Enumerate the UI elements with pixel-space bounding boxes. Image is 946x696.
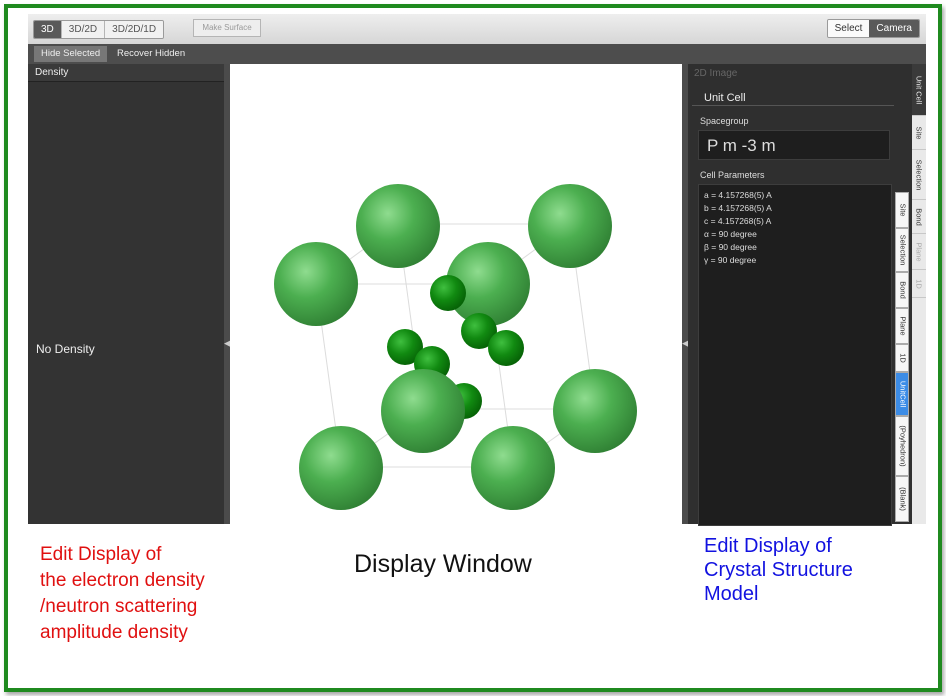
- atom-small[interactable]: [488, 330, 524, 366]
- cell-param-b: b = 4.157268(5) A: [704, 203, 772, 213]
- spacegroup-field[interactable]: P m -3 m: [698, 130, 890, 160]
- cell-param-c: c = 4.157268(5) A: [704, 216, 772, 226]
- cell-param-beta: β = 90 degree: [704, 242, 757, 252]
- density-annotation: Edit Display of the electron density /ne…: [40, 544, 205, 643]
- display-window-canvas[interactable]: [230, 64, 682, 524]
- cell-param-a: a = 4.157268(5) A: [704, 190, 772, 200]
- outer-tab-site[interactable]: Site: [912, 116, 926, 150]
- outer-tab-selection[interactable]: Selection: [912, 150, 926, 200]
- tab-blank[interactable]: (Blank): [895, 476, 909, 522]
- image-label: 2D Image: [694, 68, 738, 79]
- hide-selected-button[interactable]: Hide Selected: [34, 46, 108, 62]
- tab-site[interactable]: Site: [895, 192, 909, 228]
- unit-cell-panel: 2D Image Unit Cell Spacegroup P m -3 m C…: [688, 64, 914, 526]
- outer-tab-unit-cell[interactable]: Unit Cell: [912, 64, 926, 116]
- tab-unitcell[interactable]: UnitCell: [895, 372, 909, 416]
- cell-param-gamma: γ = 90 degree: [704, 255, 757, 265]
- tab-plane[interactable]: Plane: [895, 308, 909, 344]
- cell-param-alpha: α = 90 degree: [704, 229, 757, 239]
- make-surface-button[interactable]: Make Surface: [193, 19, 261, 37]
- atom-large[interactable]: [274, 242, 358, 326]
- outer-tab-plane[interactable]: Plane: [912, 234, 926, 270]
- atom-small[interactable]: [430, 275, 466, 311]
- tab-bond[interactable]: Bond: [895, 272, 909, 308]
- display-window-annotation: Display Window: [354, 550, 532, 578]
- tab-selection[interactable]: Selection: [895, 228, 909, 272]
- atom-large[interactable]: [299, 426, 383, 510]
- crystal-structure-view[interactable]: [230, 64, 682, 524]
- view-mode-3d2d-button[interactable]: 3D/2D: [61, 21, 106, 38]
- cell-parameters-list: a = 4.157268(5) A b = 4.157268(5) A c = …: [698, 184, 892, 526]
- outer-tab-1d[interactable]: 1D: [912, 270, 926, 298]
- view-mode-selector: 3D 3D/2D 3D/2D/1D: [33, 20, 165, 39]
- spacegroup-label: Spacegroup: [700, 116, 749, 126]
- interaction-mode-selector: Select Camera: [826, 19, 920, 38]
- density-status: No Density: [36, 342, 95, 356]
- atom-large[interactable]: [381, 369, 465, 453]
- density-panel-header: Density: [28, 64, 224, 82]
- view-mode-3d2d1d-button[interactable]: 3D/2D/1D: [105, 21, 164, 38]
- cell-parameters-label: Cell Parameters: [700, 170, 765, 180]
- atom-large[interactable]: [471, 426, 555, 510]
- view-mode-3d-button[interactable]: 3D: [34, 21, 62, 38]
- outer-vertical-tabs: Unit Cell Site Selection Bond Plane 1D: [912, 64, 926, 524]
- atom-large[interactable]: [528, 184, 612, 268]
- tab-1d[interactable]: 1D: [895, 344, 909, 372]
- density-panel: Density No Density: [28, 64, 224, 524]
- sub-toolbar: Hide Selected Recover Hidden: [28, 44, 926, 64]
- atom-large[interactable]: [356, 184, 440, 268]
- inner-vertical-tabs: Site Selection Bond Plane 1D UnitCell (P…: [895, 192, 909, 522]
- tab-polyhedron[interactable]: (Poyhedron): [895, 416, 909, 476]
- recover-hidden-button[interactable]: Recover Hidden: [110, 46, 192, 62]
- select-mode-button[interactable]: Select: [827, 20, 870, 37]
- camera-mode-button[interactable]: Camera: [869, 20, 919, 37]
- unit-cell-title: Unit Cell: [692, 84, 894, 106]
- atom-large[interactable]: [553, 369, 637, 453]
- crystal-model-annotation: Edit Display of Crystal Structure Model: [704, 535, 853, 605]
- outer-tab-bond[interactable]: Bond: [912, 200, 926, 234]
- top-toolbar: 3D 3D/2D 3D/2D/1D Make Surface Select Ca…: [28, 14, 926, 44]
